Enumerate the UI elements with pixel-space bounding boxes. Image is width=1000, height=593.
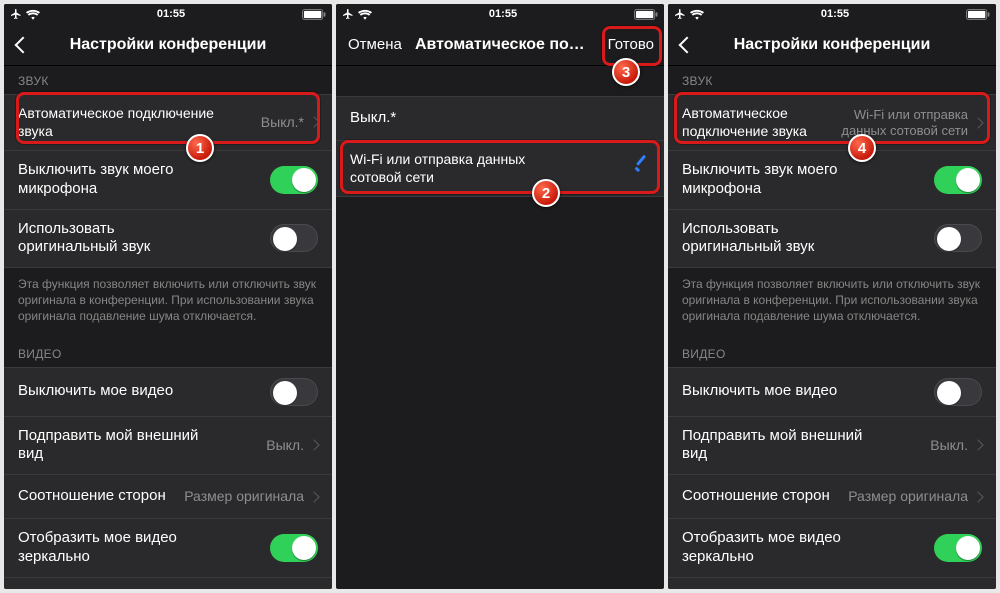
status-time: 01:55 [821,8,849,20]
row-label: Выключить звук моего микрофона [18,161,218,199]
chevron-right-icon [310,490,318,504]
status-time: 01:55 [489,8,517,20]
status-bar: 01:55 [336,4,664,24]
row-original-sound[interactable]: Использовать оригинальный звук [4,209,332,269]
battery-icon [302,9,326,20]
checkmark-icon [632,160,650,178]
row-label: Показывать предпросмотр видео [18,588,218,589]
row-touch-up[interactable]: Подправить мой внешний вид Выкл. [668,416,996,475]
switch-video-off[interactable] [934,378,982,406]
row-preview-video[interactable]: Показывать предпросмотр видео [668,577,996,589]
row-label: Автоматическое подключение звука [682,105,832,140]
row-value: Wi-Fi или отправка данных сотовой сети [832,107,968,138]
battery-icon [966,9,990,20]
switch-video-off[interactable] [270,378,318,406]
wifi-icon [26,9,40,20]
phone-screen-2: 01:55 Отмена Автоматическое подкл… Готов… [336,4,664,589]
section-sound: ЗВУК [4,66,332,94]
row-label: Выключить звук моего микрофона [682,161,882,199]
row-label: Подправить мой внешний вид [18,427,218,465]
row-touch-up[interactable]: Подправить мой внешний вид Выкл. [4,416,332,475]
row-label: Показывать предпросмотр видео [682,588,882,589]
step-badge-2: 2 [532,179,560,207]
chevron-right-icon [974,438,982,452]
row-label: Отобразить мое видео зеркально [18,529,218,567]
airplane-mode-icon [674,8,686,20]
step-badge-4: 4 [848,134,876,162]
row-value: Выкл.* [261,114,304,131]
section-video: ВИДЕО [668,329,996,367]
step-badge-3: 3 [612,58,640,86]
option-label: Выкл.* [350,109,396,128]
row-label: Выключить мое видео [18,382,173,401]
row-mute-mic[interactable]: Выключить звук моего микрофона [4,150,332,209]
option-off[interactable]: Выкл.* [336,96,664,140]
airplane-mode-icon [342,8,354,20]
row-mute-mic[interactable]: Выключить звук моего микрофона [668,150,996,209]
status-bar: 01:55 [668,4,996,24]
row-label: Использовать оригинальный звук [18,220,218,258]
cancel-button[interactable]: Отмена [348,24,402,65]
nav-header: Настройки конференции [668,24,996,66]
row-label: Автоматическое подключение звука [18,105,218,140]
battery-icon [634,9,658,20]
chevron-left-icon [678,34,691,56]
option-wifi-cell[interactable]: Wi-Fi или отправка данных сотовой сети [336,140,664,197]
wifi-icon [358,9,372,20]
row-preview-video[interactable]: Показывать предпросмотр видео [4,577,332,589]
chevron-right-icon [310,115,318,129]
status-time: 01:55 [157,8,185,20]
row-video-off[interactable]: Выключить мое видео [668,367,996,416]
row-value: Размер оригинала [184,488,304,505]
row-mirror-video[interactable]: Отобразить мое видео зеркально [4,518,332,577]
nav-header: Настройки конференции [4,24,332,66]
chevron-left-icon [14,34,27,56]
row-original-sound[interactable]: Использовать оригинальный звук [668,209,996,269]
row-label: Выключить мое видео [682,382,837,401]
row-auto-audio[interactable]: Автоматическое подключение звука Выкл.* [4,94,332,150]
back-button[interactable] [674,24,691,65]
row-video-off[interactable]: Выключить мое видео [4,367,332,416]
back-button[interactable] [10,24,27,65]
chevron-right-icon [974,490,982,504]
row-label: Отобразить мое видео зеркально [682,529,882,567]
row-value: Выкл. [930,437,968,454]
note-original-sound: Эта функция позволяет включить или отклю… [668,268,996,329]
section-sound: ЗВУК [668,66,996,94]
wifi-icon [690,9,704,20]
switch-mirror[interactable] [934,534,982,562]
row-label: Соотношение сторон [682,487,830,506]
note-original-sound: Эта функция позволяет включить или отклю… [4,268,332,329]
row-label: Подправить мой внешний вид [682,427,882,465]
row-value: Выкл. [266,437,304,454]
switch-mute-mic[interactable] [270,166,318,194]
step-badge-1: 1 [186,134,214,162]
switch-original-sound[interactable] [270,224,318,252]
switch-mute-mic[interactable] [934,166,982,194]
phone-screen-3: 01:55 Настройки конференции ЗВУК Автомат… [668,4,996,589]
row-label: Соотношение сторон [18,487,166,506]
row-mirror-video[interactable]: Отобразить мое видео зеркально [668,518,996,577]
switch-mirror[interactable] [270,534,318,562]
row-auto-audio[interactable]: Автоматическое подключение звука Wi-Fi и… [668,94,996,150]
section-video: ВИДЕО [4,329,332,367]
airplane-mode-icon [10,8,22,20]
phone-screen-1: 01:55 Настройки конференции ЗВУК Автомат… [4,4,332,589]
switch-original-sound[interactable] [934,224,982,252]
row-aspect-ratio[interactable]: Соотношение сторон Размер оригинала [668,474,996,518]
chevron-right-icon [974,116,982,130]
status-bar: 01:55 [4,4,332,24]
nav-title: Автоматическое подкл… [415,36,585,54]
row-label: Использовать оригинальный звук [682,220,882,258]
nav-header: Отмена Автоматическое подкл… Готово [336,24,664,66]
nav-title: Настройки конференции [70,36,267,54]
chevron-right-icon [310,438,318,452]
row-aspect-ratio[interactable]: Соотношение сторон Размер оригинала [4,474,332,518]
row-value: Размер оригинала [848,488,968,505]
nav-title: Настройки конференции [734,36,931,54]
